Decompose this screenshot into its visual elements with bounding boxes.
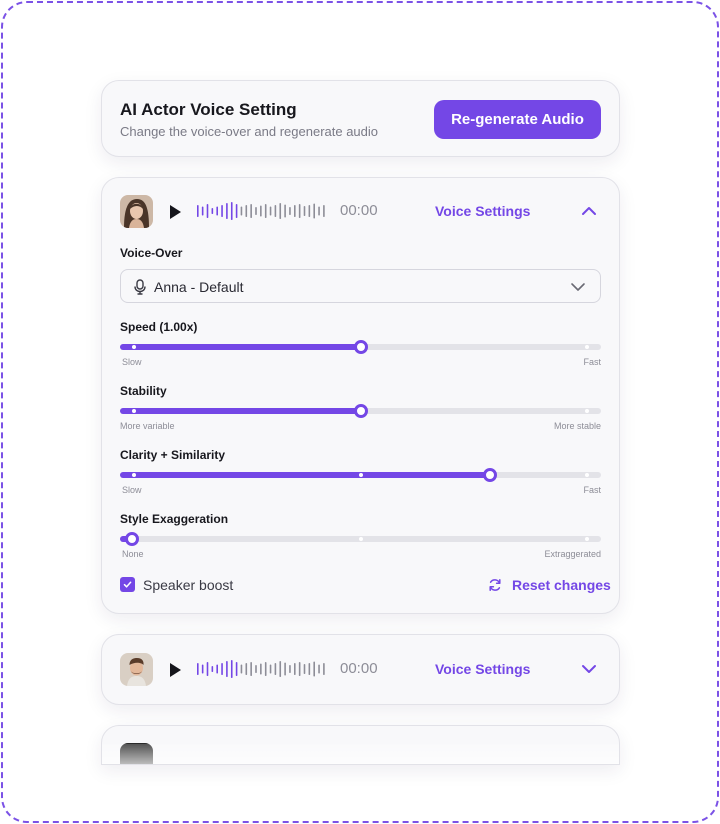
fade-overlay [102, 744, 619, 764]
stability-min-label: More variable [120, 421, 175, 431]
speed-slider[interactable] [120, 339, 601, 355]
speed-label: Speed (1.00x) [120, 320, 198, 334]
playback-time: 00:00 [340, 202, 378, 219]
slider-thumb[interactable] [353, 340, 368, 354]
slider-tick [584, 345, 589, 349]
speaker-boost-checkbox[interactable] [120, 577, 135, 592]
voice-card-3 [101, 725, 620, 765]
style-max-label: Extraggerated [544, 549, 601, 559]
voice-over-label: Voice-Over [120, 246, 183, 260]
voice-setting-panel: AI Actor Voice Setting Change the voice-… [101, 80, 620, 765]
slider-tick [584, 537, 589, 541]
voice-over-value: Anna - Default [154, 279, 244, 295]
chevron-up-icon[interactable] [581, 203, 597, 219]
woman-avatar [120, 195, 153, 228]
slider-tick [358, 473, 363, 477]
man-avatar [120, 653, 153, 686]
stability-max-label: More stable [553, 421, 601, 431]
clarity-label: Clarity + Similarity [120, 448, 226, 462]
stability-label: Stability [120, 384, 167, 398]
slider-thumb[interactable] [125, 532, 140, 546]
waveform-icon [197, 202, 325, 220]
voice-settings-toggle[interactable]: Voice Settings [435, 661, 530, 677]
stability-slider[interactable] [120, 403, 601, 419]
clarity-min-label: Slow [122, 485, 142, 495]
clarity-slider[interactable] [120, 467, 601, 483]
slider-fill [120, 408, 361, 414]
slider-thumb[interactable] [483, 468, 498, 482]
slider-thumb[interactable] [353, 404, 368, 418]
voice-card-1: 00:00 Voice Settings Voice-Over Anna - D… [101, 177, 620, 614]
speaker-boost-label: Speaker boost [143, 577, 234, 593]
speed-min-label: Slow [122, 357, 142, 367]
chevron-down-icon [571, 283, 585, 291]
slider-fill [120, 472, 491, 478]
slider-tick [358, 537, 363, 541]
voice-row: 00:00 Voice Settings [120, 653, 601, 686]
waveform-icon [197, 660, 325, 678]
slider-tick [584, 409, 589, 413]
reset-changes-label: Reset changes [512, 577, 611, 593]
check-icon [123, 581, 132, 588]
slider-fill [120, 344, 361, 350]
style-exaggeration-slider[interactable] [120, 531, 601, 547]
chevron-down-icon[interactable] [581, 661, 597, 677]
speed-max-label: Fast [583, 357, 601, 367]
page-title: AI Actor Voice Setting [120, 100, 297, 119]
style-exaggeration-label: Style Exaggeration [120, 512, 229, 526]
slider-tick [584, 473, 589, 477]
page-subtitle: Change the voice-over and regenerate aud… [120, 124, 379, 139]
voice-settings-toggle[interactable]: Voice Settings [435, 203, 530, 219]
microphone-icon [134, 279, 146, 295]
clarity-max-label: Fast [583, 485, 601, 495]
style-min-label: None [122, 549, 144, 559]
voice-card-2: 00:00 Voice Settings [101, 634, 620, 705]
playback-time: 00:00 [340, 660, 378, 677]
voice-over-select[interactable]: Anna - Default [120, 269, 601, 303]
refresh-icon [489, 579, 501, 591]
voice-row: 00:00 Voice Settings [120, 195, 601, 228]
play-icon[interactable] [170, 663, 181, 677]
regenerate-audio-button[interactable]: Re-generate Audio [434, 100, 601, 139]
header-card: AI Actor Voice Setting Change the voice-… [101, 80, 620, 157]
reset-changes-button[interactable]: Reset changes [488, 577, 611, 595]
play-icon[interactable] [170, 205, 181, 219]
